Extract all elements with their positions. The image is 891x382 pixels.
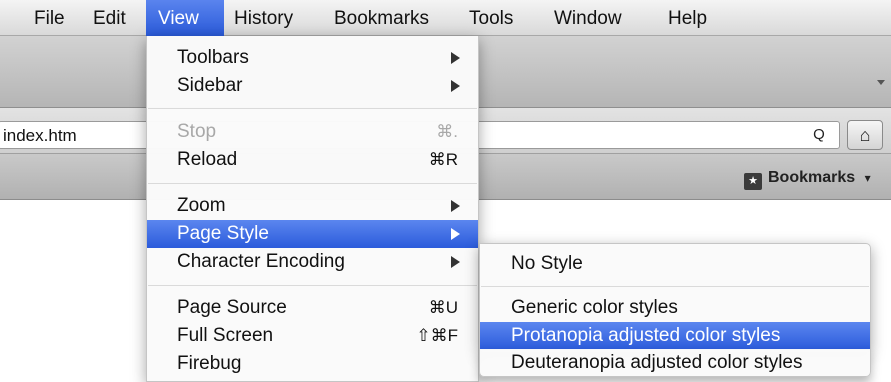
bookmarks-star-icon: ★: [744, 173, 762, 190]
bookmarks-button[interactable]: ★ Bookmarks ▾: [744, 167, 871, 190]
page-style-submenu: No Style Generic color styles Protanopia…: [479, 243, 871, 353]
menu-tools[interactable]: Tools: [463, 0, 533, 36]
submenu-item-label: Deuteranopia adjusted color styles: [511, 352, 803, 373]
menu-item-label: Page Style: [177, 223, 269, 244]
home-button[interactable]: ⌂: [847, 120, 883, 150]
submenu-item-protanopia[interactable]: Protanopia adjusted color styles: [480, 322, 870, 350]
submenu-arrow-icon: [451, 80, 460, 92]
menu-item-label: Stop: [177, 121, 217, 142]
menu-item-label: Page Source: [177, 297, 287, 318]
menu-separator: [481, 286, 869, 287]
menu-item-label: Reload: [177, 149, 238, 170]
menu-edit[interactable]: Edit: [87, 0, 139, 36]
menu-item-zoom[interactable]: Zoom: [147, 192, 478, 220]
menu-history[interactable]: History: [228, 0, 326, 36]
submenu-arrow-icon: [451, 52, 460, 64]
menu-item-page-style[interactable]: Page Style: [147, 220, 478, 248]
url-text: index.htm: [3, 126, 77, 145]
menu-item-sidebar[interactable]: Sidebar: [147, 72, 478, 100]
menu-item-label: Toolbars: [177, 47, 249, 68]
chevron-down-icon: ▾: [864, 171, 871, 185]
menu-help[interactable]: Help: [662, 0, 722, 36]
menu-item-reload[interactable]: Reload ⌘R: [147, 146, 478, 174]
submenu-item-label: No Style: [511, 253, 583, 274]
menu-item-label: Zoom: [177, 195, 226, 216]
menu-item-shortcut: ⇧⌘F: [416, 326, 458, 345]
menu-separator: [148, 183, 477, 184]
menu-item-firebug[interactable]: Firebug: [147, 350, 478, 378]
menu-item-shortcut: ⌘U: [428, 298, 458, 317]
home-icon: ⌂: [859, 125, 871, 145]
menu-item-shortcut: ⌘R: [428, 150, 458, 169]
submenu-arrow-icon: [451, 200, 460, 212]
menu-item-label: Full Screen: [177, 325, 274, 346]
menu-item-stop: Stop ⌘.: [147, 118, 478, 146]
menu-item-shortcut: ⌘.: [436, 122, 458, 141]
menu-item-label: Character Encoding: [177, 251, 345, 272]
submenu-item-deuteranopia[interactable]: Deuteranopia adjusted color styles: [479, 349, 871, 377]
view-menu: Toolbars Sidebar Stop ⌘. Reload ⌘R Zoom …: [146, 36, 479, 382]
bookmarks-label: Bookmarks: [768, 169, 856, 186]
search-icon[interactable]: Q: [806, 124, 832, 146]
submenu-arrow-icon: [451, 256, 460, 268]
menu-window[interactable]: Window: [548, 0, 644, 36]
menu-item-label: Firebug: [177, 353, 242, 374]
menu-bar: File Edit View History Bookmarks Tools W…: [0, 0, 891, 36]
menu-file[interactable]: File: [28, 0, 78, 36]
submenu-item-label: Generic color styles: [511, 297, 678, 318]
submenu-item-no-style[interactable]: No Style: [480, 250, 870, 278]
menu-item-page-source[interactable]: Page Source ⌘U: [147, 294, 478, 322]
menu-item-full-screen[interactable]: Full Screen ⇧⌘F: [147, 322, 478, 350]
submenu-arrow-icon: [451, 228, 460, 240]
menu-item-label: Sidebar: [177, 75, 243, 96]
submenu-item-generic-color-styles[interactable]: Generic color styles: [480, 294, 870, 322]
submenu-item-label: Protanopia adjusted color styles: [511, 325, 781, 346]
toolbar-overflow-icon[interactable]: [877, 80, 885, 85]
menu-bookmarks[interactable]: Bookmarks: [328, 0, 454, 36]
menu-view[interactable]: View: [146, 0, 224, 36]
menu-item-character-encoding[interactable]: Character Encoding: [147, 248, 478, 276]
menu-item-toolbars[interactable]: Toolbars: [147, 44, 478, 72]
menu-separator: [148, 285, 477, 286]
menu-separator: [148, 108, 477, 109]
